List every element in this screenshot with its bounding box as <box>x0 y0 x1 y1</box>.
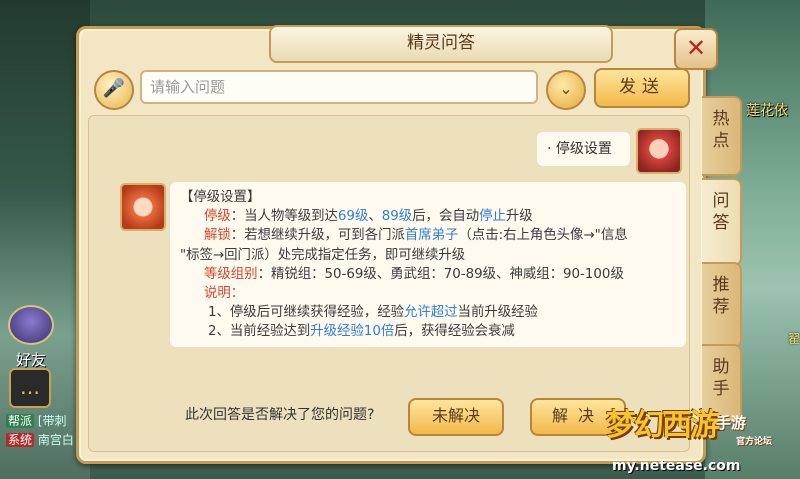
game-logo: 梦幻西游 手游 官方论坛 <box>600 400 790 460</box>
answer-line-stop-level: 停级：当人物等级到达69级、89级后，会自动停止升级 <box>180 207 676 226</box>
answer-line-notes-label: 说明： <box>180 284 676 303</box>
chat-log[interactable]: 帮派 [带刺 系统 南宫白 <box>6 412 84 450</box>
user-avatar <box>636 128 682 174</box>
tab-recommend[interactable]: 推荐 <box>702 262 742 348</box>
friends-button[interactable]: 好友 <box>6 305 56 370</box>
answer-label: 等级组别 <box>204 266 258 282</box>
tab-label: 问答 <box>712 191 730 233</box>
tab-hot[interactable]: 热点 <box>702 96 742 176</box>
answer-text: 2、当前经验达到 <box>208 324 311 340</box>
chat-text: [带刺 <box>37 414 67 428</box>
answer-line-note-1: 1、停级后可继续获得经验，经验允许超过当前升级经验 <box>180 303 676 322</box>
answer-link[interactable]: 允许超过 <box>404 305 458 320</box>
answer-line-unlock-cont: "标签→回门派）处完成指定任务，即可继续升级 <box>180 247 466 263</box>
chat-bubble-icon[interactable]: … <box>9 368 51 408</box>
friends-avatar-icon <box>8 305 54 345</box>
answer-text: 后，获得经验会衰减 <box>394 324 515 340</box>
answer-line-unlock: 解锁：若想继续升级，可到各门派首席弟子（点击:右上角色头像→"信息 <box>180 226 676 245</box>
microphone-icon[interactable]: 🎤 <box>94 70 134 110</box>
answer-label: 停级 <box>204 209 231 225</box>
answer-heading: 【停级设置】 <box>180 190 261 205</box>
answer-text: ：若想继续升级，可到各门派 <box>230 228 405 244</box>
unsolved-button[interactable]: 未解决 <box>408 398 504 436</box>
answer-link[interactable]: 69级 <box>338 209 368 224</box>
tab-label: 推荐 <box>712 275 730 317</box>
feedback-question: 此次回答是否解决了您的问题? <box>185 407 375 423</box>
npc-name-label-2: 翟 <box>787 332 800 346</box>
answer-link[interactable]: 停止 <box>479 209 506 224</box>
answer-text: 当前升级经验 <box>457 305 538 321</box>
dialog-title: 精灵问答 <box>269 25 613 63</box>
logo-subtitle: 手游 <box>716 414 747 432</box>
answer-text: （点击:右上角色头像→"信息 <box>458 228 628 244</box>
user-question-bubble[interactable]: · 停级设置 <box>537 132 630 166</box>
answer-line-level-groups: 等级组别：精锐组：50-69级、勇武组：70-89级、神威组：90-100级 <box>180 265 676 284</box>
answer-text: 、 <box>368 209 382 225</box>
chat-channel-tag: 系统 <box>6 433 35 447</box>
answer-label: 解锁 <box>204 228 231 244</box>
send-button[interactable]: 发送 <box>594 68 690 108</box>
logo-forum-label: 官方论坛 <box>736 437 773 447</box>
chevron-down-icon[interactable]: ⌄ <box>546 70 586 110</box>
answer-bubble: 【停级设置】 停级：当人物等级到达69级、89级后，会自动停止升级 解锁：若想继… <box>170 182 686 347</box>
answer-line-note-2: 2、当前经验达到升级经验10倍后，获得经验会衰减 <box>180 322 676 341</box>
forum-url: my.netease.com <box>612 458 741 474</box>
answer-link[interactable]: 升级经验10倍 <box>310 324 394 339</box>
logo-title: 梦幻西游 <box>606 408 720 443</box>
answer-text: 后，会自动 <box>412 209 480 225</box>
chat-text: 南宫白 <box>37 433 74 447</box>
answer-text: 1、停级后可继续获得经验，经验 <box>208 305 404 321</box>
answer-label: 说明： <box>204 286 245 302</box>
question-input[interactable] <box>140 70 538 104</box>
tab-qa[interactable]: 问答 <box>702 178 742 266</box>
chat-line: 系统 南宫白 <box>6 431 84 450</box>
chat-channel-tag: 帮派 <box>6 414 35 428</box>
tab-label: 助手 <box>712 357 730 399</box>
assistant-avatar <box>120 183 166 231</box>
answer-text: ：当人物等级到达 <box>230 209 338 225</box>
answer-text: ：精锐组：50-69级、勇武组：70-89级、神威组：90-100级 <box>257 266 624 282</box>
close-button[interactable]: ✕ <box>674 28 718 70</box>
tab-label: 热点 <box>712 109 730 151</box>
chat-line: 帮派 [带刺 <box>6 412 84 431</box>
answer-text: 升级 <box>505 209 533 225</box>
npc-name-label: 莲花依 <box>746 103 788 119</box>
friends-label: 好友 <box>15 351 46 369</box>
answer-link[interactable]: 首席弟子 <box>405 228 459 243</box>
answer-link[interactable]: 89级 <box>382 209 412 224</box>
